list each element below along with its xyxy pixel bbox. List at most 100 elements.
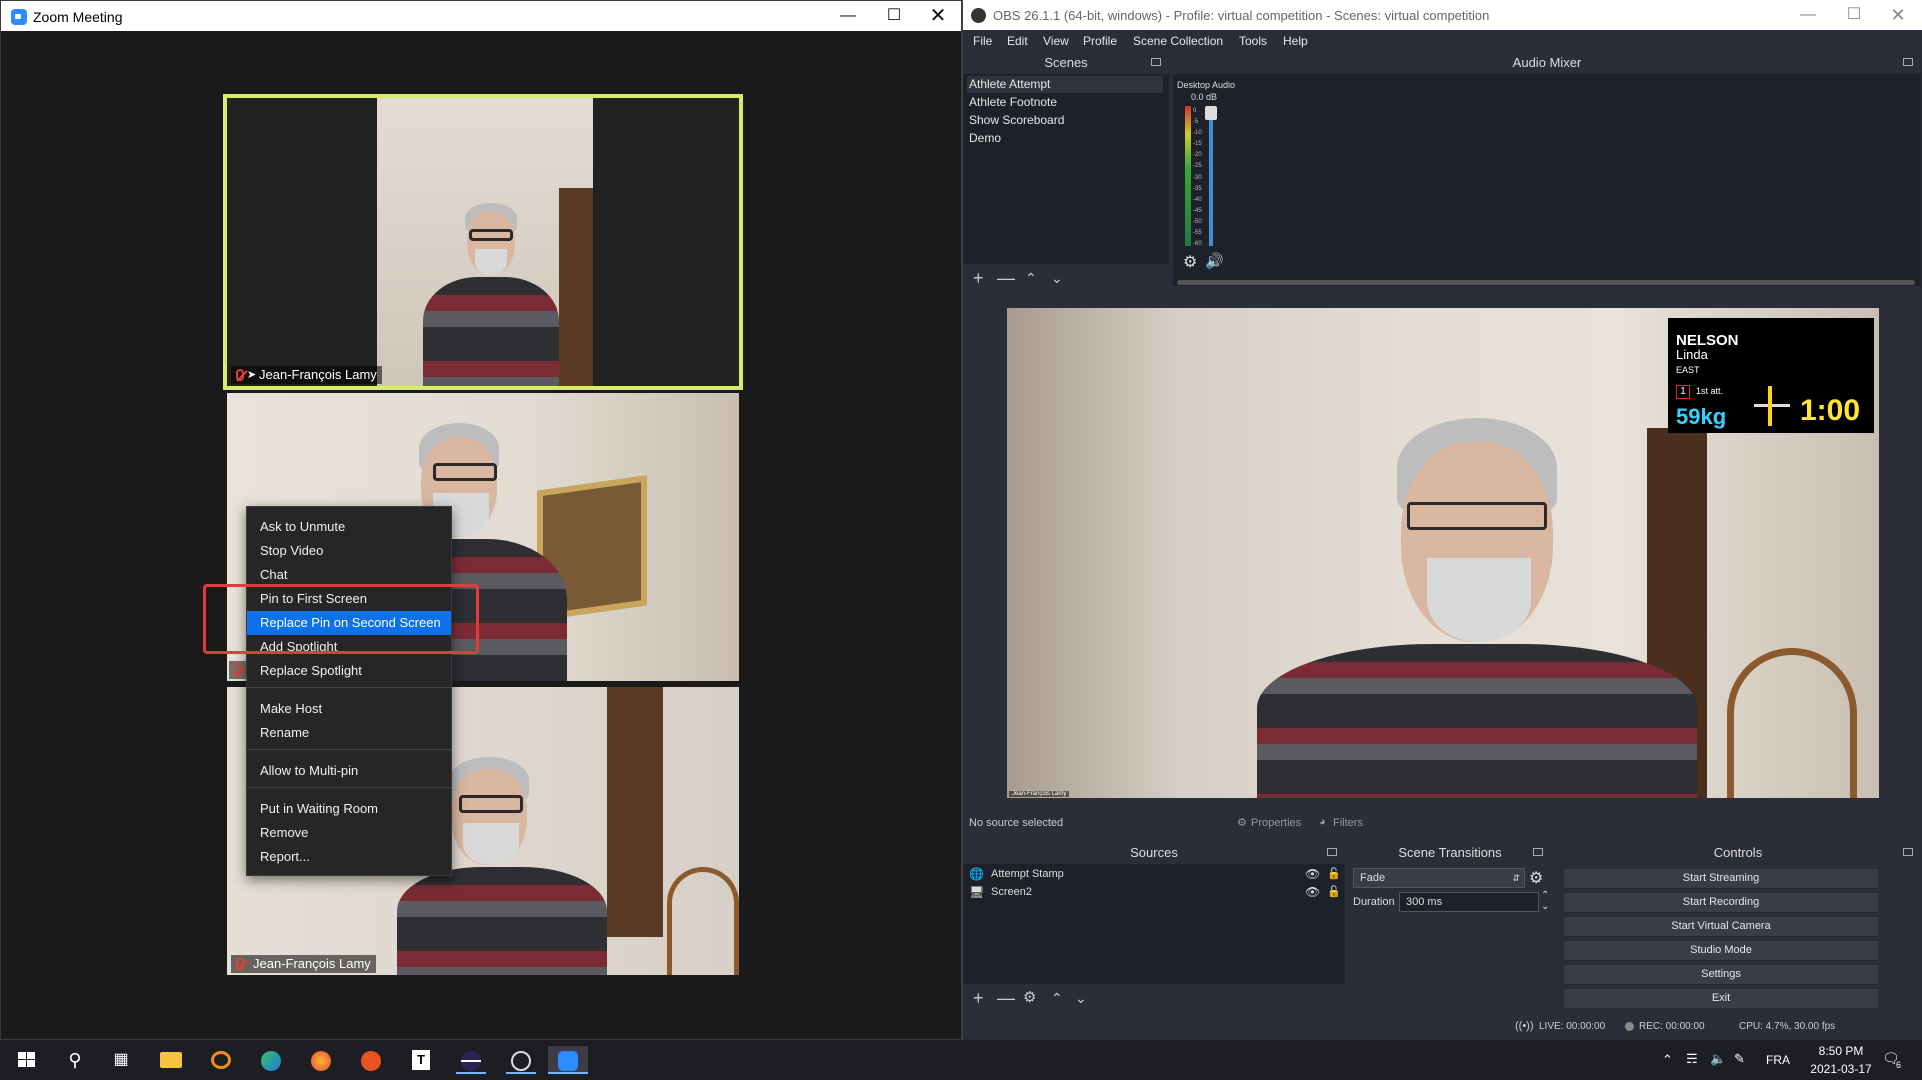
zoom-taskbar-icon[interactable]	[548, 1046, 588, 1074]
program-preview[interactable]: NELSON Linda EAST 1 1st att. 59kg 1:00 J…	[1007, 308, 1879, 798]
maximize-button[interactable]: ☐	[1831, 0, 1877, 30]
menu-profile[interactable]: Profile	[1083, 34, 1117, 48]
move-up-icon[interactable]: ⌃	[1025, 269, 1037, 287]
source-item[interactable]: 🖥 Screen2 👁 🔓	[967, 884, 1341, 901]
scene-item[interactable]: Athlete Footnote	[967, 94, 1057, 111]
clock-time[interactable]: 8:50 PM	[1812, 1044, 1870, 1058]
undock-icon[interactable]	[1903, 848, 1913, 856]
participant-context-menu: Ask to Unmute Stop Video Chat Pin to Fir…	[246, 506, 452, 876]
menu-view[interactable]: View	[1043, 34, 1069, 48]
obs-taskbar-icon[interactable]	[506, 1046, 536, 1074]
menu-item-pin-first-screen[interactable]: Pin to First Screen	[247, 587, 451, 611]
start-virtual-camera-button[interactable]: Start Virtual Camera	[1563, 916, 1879, 937]
chevron-up-icon[interactable]: ⌃	[1662, 1052, 1673, 1068]
eye-icon[interactable]: 👁	[1305, 867, 1320, 881]
typora-icon[interactable]: T	[406, 1046, 436, 1074]
properties-button[interactable]: Properties	[1251, 817, 1301, 829]
pen-icon[interactable]: ✎	[1734, 1051, 1745, 1067]
volume-slider-handle[interactable]	[1205, 106, 1217, 120]
menu-tools[interactable]: Tools	[1239, 34, 1267, 48]
gear-icon[interactable]: ⚙	[1183, 252, 1197, 272]
menu-item-ask-to-unmute[interactable]: Ask to Unmute	[247, 515, 451, 539]
menu-item-replace-spotlight[interactable]: Replace Spotlight	[247, 659, 451, 683]
duration-label: Duration	[1353, 896, 1395, 908]
clock-date[interactable]: 2021-03-17	[1804, 1062, 1878, 1076]
menu-item-allow-multi-pin[interactable]: Allow to Multi-pin	[247, 759, 451, 783]
menu-help[interactable]: Help	[1283, 34, 1308, 48]
undock-icon[interactable]	[1327, 848, 1337, 856]
file-explorer-icon[interactable]	[156, 1046, 186, 1074]
barbell-icon	[1754, 404, 1790, 407]
add-icon[interactable]: +	[973, 989, 984, 1007]
scene-item[interactable]: Demo	[967, 130, 1001, 147]
wifi-icon[interactable]: ☴	[1686, 1051, 1698, 1067]
source-item[interactable]: 🌐 Attempt Stamp 👁 🔓	[967, 866, 1341, 883]
task-view-icon[interactable]: ▦	[106, 1046, 136, 1074]
add-icon[interactable]: +	[973, 269, 984, 287]
filters-button[interactable]: Filters	[1333, 817, 1363, 829]
minimize-button[interactable]: —	[1785, 0, 1831, 30]
menu-separator	[247, 749, 451, 750]
windows-taskbar: ⚲ ▦ T ⌃ ☴ 🔈 ✎ FRA 8:50 PM 2021-03-17 🗨 6	[0, 1040, 1922, 1080]
bookshelf	[559, 188, 593, 386]
sources-dock-title: Sources	[963, 844, 1345, 862]
mail-app-icon[interactable]	[206, 1046, 236, 1074]
mixer-scrollbar[interactable]	[1177, 280, 1915, 285]
firefox-icon[interactable]	[306, 1046, 336, 1074]
close-button[interactable]: ✕	[915, 1, 961, 31]
menu-item-report[interactable]: Report...	[247, 845, 451, 869]
move-down-icon[interactable]: ⌄	[1075, 989, 1087, 1007]
ubuntu-icon[interactable]	[356, 1046, 386, 1074]
sources-toolbar: + — ⚙ ⌃ ⌄	[963, 986, 1345, 1010]
move-up-icon[interactable]: ⌃	[1051, 989, 1063, 1007]
scene-item[interactable]: Show Scoreboard	[967, 112, 1064, 129]
menu-file[interactable]: File	[973, 34, 992, 48]
menu-item-replace-pin-second-screen[interactable]: Replace Pin on Second Screen	[247, 611, 451, 635]
move-down-icon[interactable]: ⌄	[1051, 269, 1063, 287]
eclipse-icon[interactable]	[456, 1046, 486, 1074]
settings-button[interactable]: Settings	[1563, 964, 1879, 985]
minimize-button[interactable]: —	[825, 1, 871, 31]
remove-icon[interactable]: —	[997, 989, 1015, 1007]
language-indicator[interactable]: FRA	[1766, 1053, 1790, 1067]
undock-icon[interactable]	[1533, 848, 1543, 856]
menu-item-make-host[interactable]: Make Host	[247, 697, 451, 721]
exit-button[interactable]: Exit	[1563, 988, 1879, 1009]
start-recording-button[interactable]: Start Recording	[1563, 892, 1879, 913]
menu-edit[interactable]: Edit	[1007, 34, 1028, 48]
mic-muted-icon	[236, 369, 244, 381]
menu-item-add-spotlight[interactable]: Add Spotlight	[247, 635, 451, 659]
gear-icon[interactable]: ⚙	[1023, 989, 1036, 1007]
lock-icon[interactable]: 🔓	[1327, 867, 1341, 880]
menu-item-stop-video[interactable]: Stop Video	[247, 539, 451, 563]
speaker-icon[interactable]: 🔊	[1205, 252, 1224, 270]
close-button[interactable]: ✕	[1875, 0, 1921, 30]
menu-item-rename[interactable]: Rename	[247, 721, 451, 745]
gear-icon[interactable]: ⚙	[1237, 816, 1247, 829]
duration-stepper-icon[interactable]: ⌃ ⌄	[1541, 890, 1549, 912]
remove-icon[interactable]: —	[997, 269, 1015, 287]
duration-input[interactable]: 300 ms	[1399, 892, 1539, 912]
cpu-status: CPU: 4.7%, 30.00 fps	[1739, 1021, 1836, 1032]
menu-item-remove[interactable]: Remove	[247, 821, 451, 845]
volume-slider-track[interactable]	[1209, 106, 1213, 246]
windows-start-icon[interactable]	[12, 1046, 42, 1074]
volume-icon[interactable]: 🔈	[1710, 1051, 1726, 1067]
search-icon[interactable]: ⚲	[60, 1046, 90, 1074]
maximize-button[interactable]: ☐	[871, 1, 917, 31]
eye-icon[interactable]: 👁	[1305, 885, 1320, 899]
edge-browser-icon[interactable]	[256, 1046, 286, 1074]
menu-item-chat[interactable]: Chat	[247, 563, 451, 587]
menu-item-waiting-room[interactable]: Put in Waiting Room	[247, 797, 451, 821]
lock-icon[interactable]: 🔓	[1327, 885, 1341, 898]
video-tile-pinned[interactable]: ➤ Jean-François Lamy	[223, 94, 743, 390]
filter-icon[interactable]: ◕	[1319, 816, 1326, 828]
scene-item[interactable]: Athlete Attempt	[967, 76, 1163, 93]
transition-select[interactable]: Fade ⇵	[1353, 868, 1525, 888]
undock-icon[interactable]	[1903, 58, 1913, 66]
start-streaming-button[interactable]: Start Streaming	[1563, 868, 1879, 889]
menu-scene-collection[interactable]: Scene Collection	[1133, 34, 1223, 48]
undock-icon[interactable]	[1151, 58, 1161, 66]
studio-mode-button[interactable]: Studio Mode	[1563, 940, 1879, 961]
gear-icon[interactable]: ⚙	[1529, 868, 1543, 888]
